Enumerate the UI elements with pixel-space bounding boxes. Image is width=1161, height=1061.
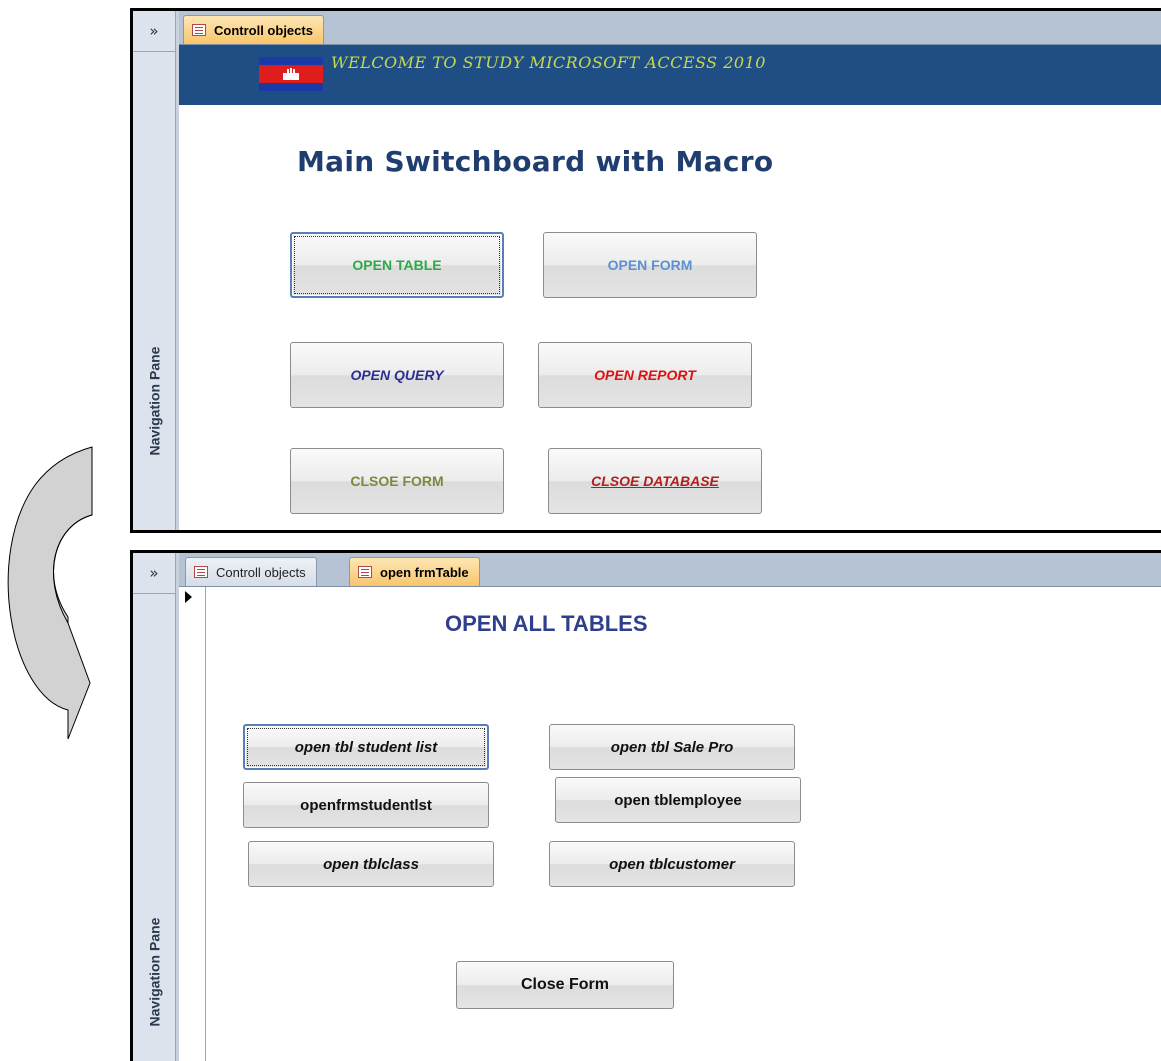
open-tblcustomer-button[interactable]: open tblcustomer — [549, 841, 795, 887]
form-header: WELCOME TO STUDY MICROSOFT ACCESS 2010 — [179, 45, 1161, 105]
welcome-text: WELCOME TO STUDY MICROSOFT ACCESS 2010 — [331, 53, 766, 72]
open-query-button[interactable]: OPEN QUERY — [290, 342, 504, 408]
tab-label: open frmTable — [380, 564, 469, 580]
navigation-pane-label: Navigation Pane — [146, 917, 163, 1027]
expand-navigation-chevron-icon[interactable]: » — [133, 553, 175, 594]
switchboard-window: » Navigation Pane Controll objects WELCO… — [130, 8, 1161, 533]
open-tbl-student-list-button[interactable]: open tbl student list — [243, 724, 489, 770]
close-database-button[interactable]: CLSOE DATABASE — [548, 448, 762, 514]
navigation-pane-label: Navigation Pane — [146, 346, 163, 455]
tab-controll-objects[interactable]: Controll objects — [183, 15, 324, 44]
document-tab-bar: Controll objects — [179, 11, 1161, 45]
openfrmstudentlst-button[interactable]: openfrmstudentlst — [243, 782, 489, 828]
curved-arrow-icon — [7, 446, 93, 740]
tab-label: Controll objects — [216, 564, 306, 580]
open-table-button[interactable]: OPEN TABLE — [290, 232, 504, 298]
close-form-button[interactable]: Close Form — [456, 961, 674, 1009]
open-tables-window: » Navigation Pane Controll objects open … — [130, 550, 1161, 1061]
open-tbl-sale-pro-button[interactable]: open tbl Sale Pro — [549, 724, 795, 770]
close-form-button[interactable]: CLSOE FORM — [290, 448, 504, 514]
page-title: Main Switchboard with Macro — [297, 145, 774, 178]
open-report-button[interactable]: OPEN REPORT — [538, 342, 752, 408]
navigation-pane-label-container: Navigation Pane — [133, 51, 175, 530]
form-icon — [192, 24, 206, 36]
form-icon — [358, 566, 372, 578]
expand-navigation-chevron-icon[interactable]: » — [133, 11, 175, 52]
open-form-button[interactable]: OPEN FORM — [543, 232, 757, 298]
document-tab-bar: Controll objects open frmTable — [179, 553, 1161, 587]
current-record-arrow-icon — [185, 591, 192, 603]
open-tblemployee-button[interactable]: open tblemployee — [555, 777, 801, 823]
tab-open-frmtable[interactable]: open frmTable — [349, 557, 480, 586]
cambodia-flag-icon — [259, 57, 323, 91]
record-selector[interactable] — [179, 587, 206, 1061]
navigation-pane[interactable]: » Navigation Pane — [133, 553, 176, 1061]
tab-label: Controll objects — [214, 22, 313, 38]
form-icon — [194, 566, 208, 578]
open-tblclass-button[interactable]: open tblclass — [248, 841, 494, 887]
navigation-pane-label-container: Navigation Pane — [133, 593, 175, 1061]
page-title: OPEN ALL TABLES — [445, 611, 648, 636]
navigation-pane[interactable]: » Navigation Pane — [133, 11, 176, 530]
tab-controll-objects[interactable]: Controll objects — [185, 557, 317, 586]
